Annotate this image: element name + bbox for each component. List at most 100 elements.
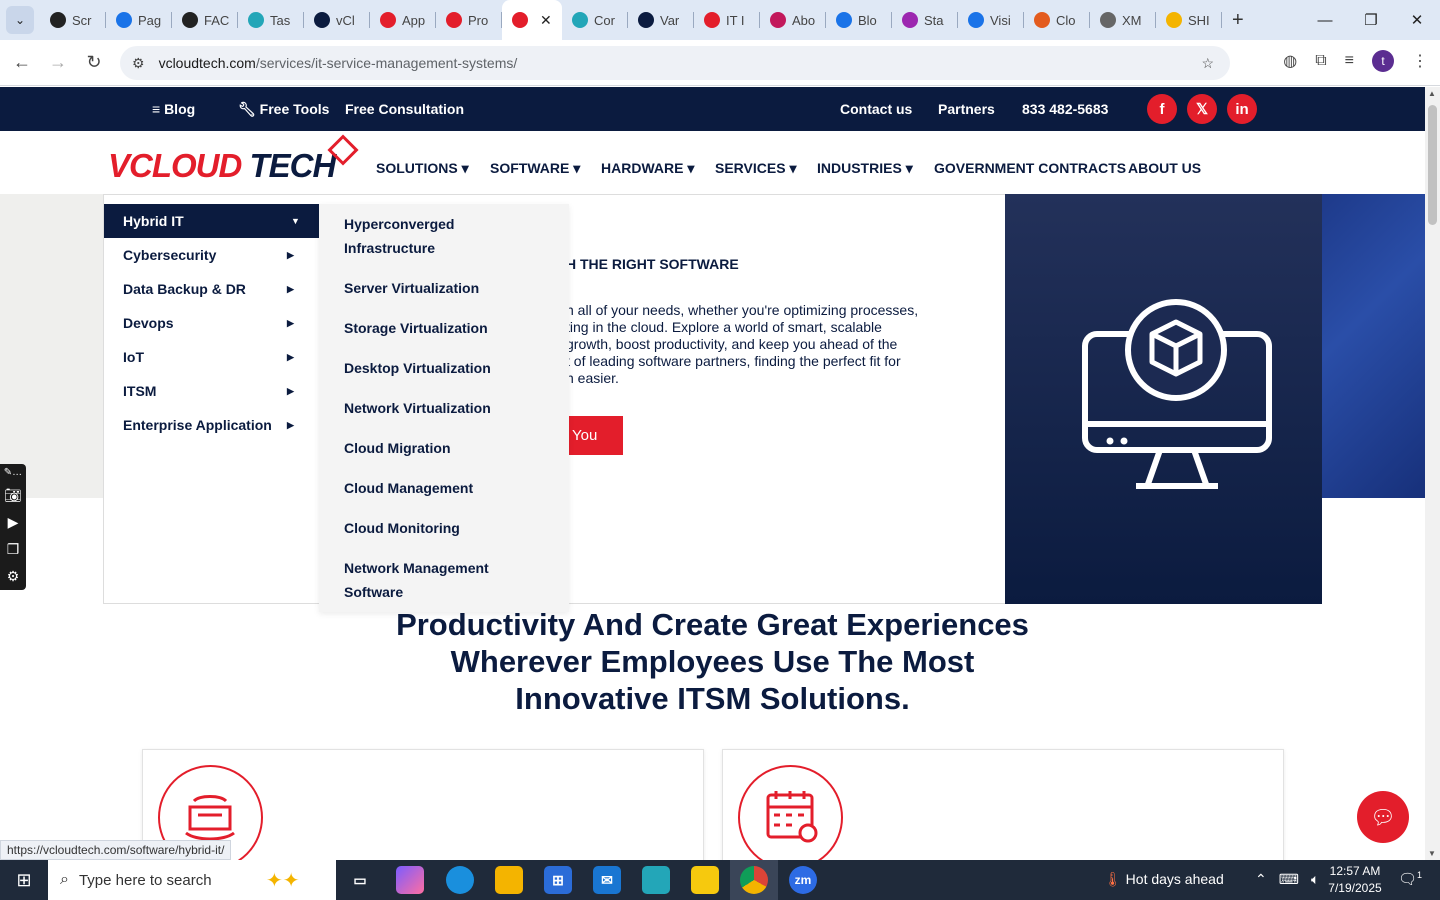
gear-icon[interactable]: ⚙	[0, 563, 26, 590]
mail-icon[interactable]: ✉	[593, 866, 621, 894]
browser-tab[interactable]: Tas	[238, 0, 304, 40]
browser-tab[interactable]: IT I	[694, 0, 760, 40]
blog-link[interactable]: ≡ Blog	[152, 101, 195, 117]
browser-tab[interactable]: ✕	[502, 0, 562, 40]
browser-tab[interactable]: vCl	[304, 0, 370, 40]
browser-tab[interactable]: FAC	[172, 0, 238, 40]
browser-tab[interactable]: Clo	[1024, 0, 1090, 40]
browser-tab[interactable]: Var	[628, 0, 694, 40]
weather-widget[interactable]: 🌡︎ Hot days ahead	[1104, 871, 1224, 888]
nav-software[interactable]: SOFTWARE ▾	[490, 160, 580, 177]
mega-menu-category[interactable]: Devops ▶	[104, 306, 319, 340]
nav-solutions[interactable]: SOLUTIONS ▾	[376, 160, 469, 177]
back-arrow-icon[interactable]: ←	[4, 52, 40, 73]
chevron-up-icon[interactable]: ⌃	[1255, 871, 1267, 888]
browser-tab[interactable]: SHI	[1156, 0, 1222, 40]
windows-start-icon[interactable]: ⊞	[0, 860, 48, 900]
browser-tab[interactable]: Sta	[892, 0, 958, 40]
nav-services[interactable]: SERVICES ▾	[715, 160, 796, 177]
profile-avatar[interactable]: t	[1372, 50, 1394, 72]
minimize-icon[interactable]: —	[1302, 0, 1348, 40]
submenu-link[interactable]: Network Virtualization	[344, 396, 544, 420]
browser-tab[interactable]: Scr	[40, 0, 106, 40]
camera-icon[interactable]: 📷︎	[0, 482, 26, 509]
free-consultation-link[interactable]: Free Consultation	[345, 101, 464, 117]
page-scrollbar[interactable]: ▲ ▼	[1425, 87, 1440, 860]
free-tools-link[interactable]: 🔧︎ Free Tools	[238, 101, 329, 118]
volume-icon[interactable]: 🔈︎	[1311, 871, 1319, 888]
zoom-icon[interactable]: zm	[789, 866, 817, 894]
nav-about-us[interactable]: ABOUT US	[1128, 160, 1201, 176]
taskbar-clock[interactable]: 12:57 AM 7/19/2025	[1322, 863, 1388, 897]
hero-cta-button[interactable]: You	[566, 416, 623, 455]
new-tab-button[interactable]: +	[1232, 9, 1244, 32]
linkedin-icon[interactable]: in	[1227, 94, 1257, 124]
nav-government-contracts[interactable]: GOVERNMENT CONTRACTS	[934, 160, 1126, 176]
submenu-link[interactable]: Server Virtualization	[344, 276, 544, 300]
nav-hardware[interactable]: HARDWARE ▾	[601, 160, 694, 177]
scroll-down-icon[interactable]: ▼	[1428, 849, 1436, 858]
close-tab-icon[interactable]: ✕	[540, 12, 552, 29]
store-icon[interactable]: ⊞	[544, 866, 572, 894]
browser-tab[interactable]: Cor	[562, 0, 628, 40]
kebab-menu-icon[interactable]: ⋮	[1412, 51, 1428, 71]
mega-menu-category[interactable]: Data Backup & DR ▶	[104, 272, 319, 306]
translate-icon[interactable]: ◍	[1283, 51, 1297, 71]
vcloudtech-logo[interactable]: VCLOUD TECH	[108, 147, 336, 185]
media-controls-icon[interactable]: ≡	[1345, 52, 1354, 70]
restore-icon[interactable]: ❐	[1348, 0, 1394, 40]
mega-menu-category[interactable]: Cybersecurity ▶	[104, 238, 319, 272]
window-icon[interactable]: ❐	[0, 536, 26, 563]
sticky-notes-icon[interactable]	[691, 866, 719, 894]
tab-title: Blo	[858, 12, 877, 28]
file-explorer-icon[interactable]	[495, 866, 523, 894]
mega-menu-category[interactable]: IoT ▶	[104, 340, 319, 374]
submenu-link[interactable]: Cloud Migration	[344, 436, 544, 460]
forward-arrow-icon[interactable]: →	[40, 52, 76, 73]
nav-industries[interactable]: INDUSTRIES ▾	[817, 160, 913, 177]
address-bar[interactable]: ⚙ vcloudtech.com/services/it-service-man…	[120, 46, 1230, 80]
chat-bubble-icon[interactable]: 💬︎	[1357, 791, 1409, 843]
edge-icon[interactable]	[446, 866, 474, 894]
bookmark-star-icon[interactable]: ☆	[1201, 55, 1214, 72]
browser-tab[interactable]: Blo	[826, 0, 892, 40]
reload-icon[interactable]: ↻	[76, 52, 112, 73]
browser-tab[interactable]: Visi	[958, 0, 1024, 40]
tab-favicon-icon	[248, 12, 264, 28]
x-twitter-icon[interactable]: 𝕏	[1187, 94, 1217, 124]
contact-link[interactable]: Contact us	[840, 101, 912, 117]
site-settings-icon[interactable]: ⚙	[132, 55, 145, 72]
extensions-icon[interactable]: ⧉	[1315, 52, 1326, 70]
mega-menu-category[interactable]: Hybrid IT ▼	[104, 204, 319, 238]
browser-tab[interactable]: XM	[1090, 0, 1156, 40]
facebook-icon[interactable]: f	[1147, 94, 1177, 124]
submenu-link[interactable]: Hyperconverged Infrastructure	[344, 212, 544, 260]
phone-link[interactable]: 833 482-5683	[1022, 101, 1108, 117]
browser-tab[interactable]: Pro	[436, 0, 502, 40]
video-icon[interactable]: ▶	[0, 509, 26, 536]
task-view-icon[interactable]: ▭	[346, 866, 374, 894]
scrollbar-thumb[interactable]	[1428, 105, 1437, 225]
chrome-icon[interactable]	[740, 866, 768, 894]
tab-search-icon[interactable]: ⌄	[6, 6, 34, 34]
browser-tab[interactable]: App	[370, 0, 436, 40]
submenu-link[interactable]: Desktop Virtualization	[344, 356, 544, 380]
partners-link[interactable]: Partners	[938, 101, 995, 117]
tab-title: vCl	[336, 12, 355, 28]
mega-menu-category[interactable]: ITSM ▶	[104, 374, 319, 408]
network-icon[interactable]: ⌨	[1279, 871, 1299, 888]
copilot-icon[interactable]	[396, 866, 424, 894]
submenu-link[interactable]: Network Management Software	[344, 556, 544, 604]
taskbar-search[interactable]: ⌕ Type here to search ✦✦	[48, 860, 336, 900]
close-window-icon[interactable]: ✕	[1394, 0, 1440, 40]
submenu-link[interactable]: Cloud Management	[344, 476, 544, 500]
scroll-up-icon[interactable]: ▲	[1428, 89, 1436, 98]
browser-tab[interactable]: Abo	[760, 0, 826, 40]
pen-icon[interactable]: ✎…	[0, 464, 26, 482]
mega-menu-category[interactable]: Enterprise Application ▶	[104, 408, 319, 442]
submenu-link[interactable]: Cloud Monitoring	[344, 516, 544, 540]
app-diamond-icon[interactable]	[642, 866, 670, 894]
notification-icon[interactable]: 🗨︎1	[1398, 870, 1422, 888]
browser-tab[interactable]: Pag	[106, 0, 172, 40]
submenu-link[interactable]: Storage Virtualization	[344, 316, 544, 340]
